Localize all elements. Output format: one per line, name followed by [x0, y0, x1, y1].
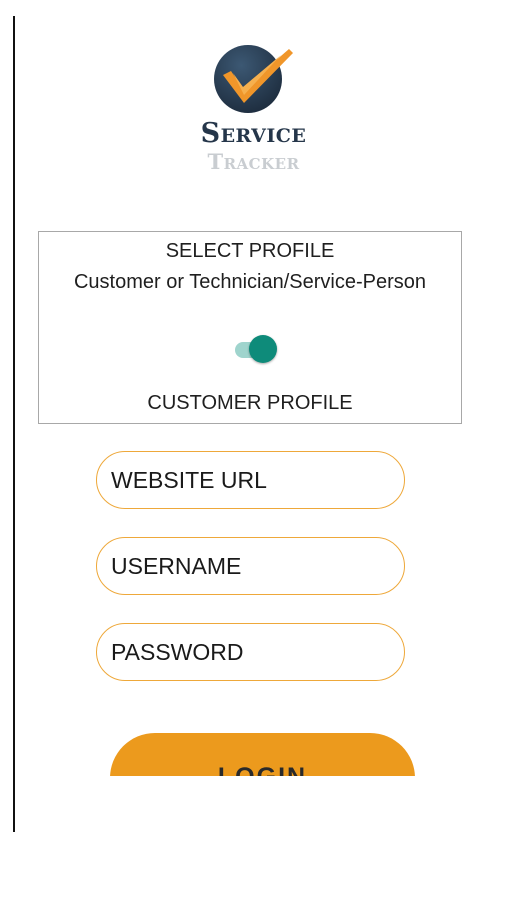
- login-button[interactable]: LOGIN: [110, 733, 415, 776]
- logo-subtitle: Tracker: [207, 149, 300, 174]
- profile-subtitle: Customer or Technician/Service-Person: [73, 271, 426, 293]
- profile-toggle-switch[interactable]: [235, 333, 279, 367]
- logo-title: Service: [200, 118, 307, 149]
- username-input[interactable]: [111, 538, 391, 594]
- app-logo: Service Tracker: [0, 40, 507, 180]
- website-url-input[interactable]: [111, 452, 391, 508]
- website-url-field[interactable]: [96, 451, 405, 509]
- password-input[interactable]: [111, 624, 391, 680]
- checkmark-badge-icon: [214, 45, 293, 113]
- profile-selector-panel: SELECT PROFILE Customer or Technician/Se…: [38, 231, 462, 424]
- login-button-viewport: LOGIN: [110, 733, 415, 776]
- username-field[interactable]: [96, 537, 405, 595]
- password-field[interactable]: [96, 623, 405, 681]
- toggle-thumb: [249, 335, 277, 363]
- profile-title: SELECT PROFILE: [165, 240, 335, 262]
- login-button-label: LOGIN: [110, 763, 415, 776]
- selected-profile-label: CUSTOMER PROFILE: [147, 392, 353, 414]
